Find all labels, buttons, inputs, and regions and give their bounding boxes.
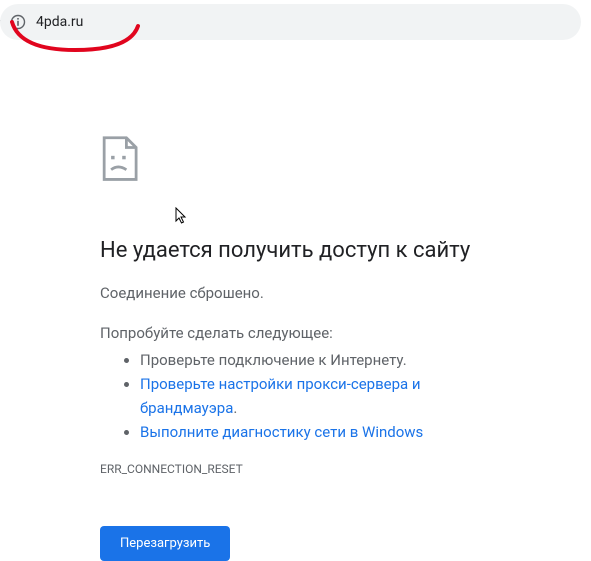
error-code: ERR_CONNECTION_RESET xyxy=(100,462,480,476)
error-subtitle: Соединение сброшено. xyxy=(100,284,480,302)
browser-chrome-top: ↑ 4pda.ru xyxy=(0,0,591,40)
reload-button[interactable]: Перезагрузить xyxy=(100,526,230,561)
suggestion-item: Проверьте настройки прокси-сервера и бра… xyxy=(140,372,480,420)
sad-file-icon xyxy=(100,135,172,207)
suggestion-intro: Попробуйте сделать следующее: xyxy=(100,324,480,342)
suggestion-item: Проверьте подключение к Интернету. xyxy=(140,348,480,372)
suggestion-list: Проверьте подключение к Интернету. Прове… xyxy=(100,348,480,444)
network-diagnostics-link[interactable]: Выполните диагностику сети в Windows xyxy=(140,423,423,441)
site-info-icon[interactable] xyxy=(10,14,26,30)
error-title: Не удается получить доступ к сайту xyxy=(100,237,480,266)
suggestion-item: Выполните диагностику сети в Windows xyxy=(140,420,480,444)
address-bar[interactable]: 4pda.ru xyxy=(0,4,581,40)
suggestion-suffix: . xyxy=(233,399,237,417)
suggestion-text: Проверьте подключение к Интернету. xyxy=(140,351,407,369)
proxy-firewall-link[interactable]: Проверьте настройки прокси-сервера и бра… xyxy=(140,375,421,417)
error-page-content: Не удается получить доступ к сайту Соеди… xyxy=(0,40,480,561)
url-text[interactable]: 4pda.ru xyxy=(36,14,83,30)
